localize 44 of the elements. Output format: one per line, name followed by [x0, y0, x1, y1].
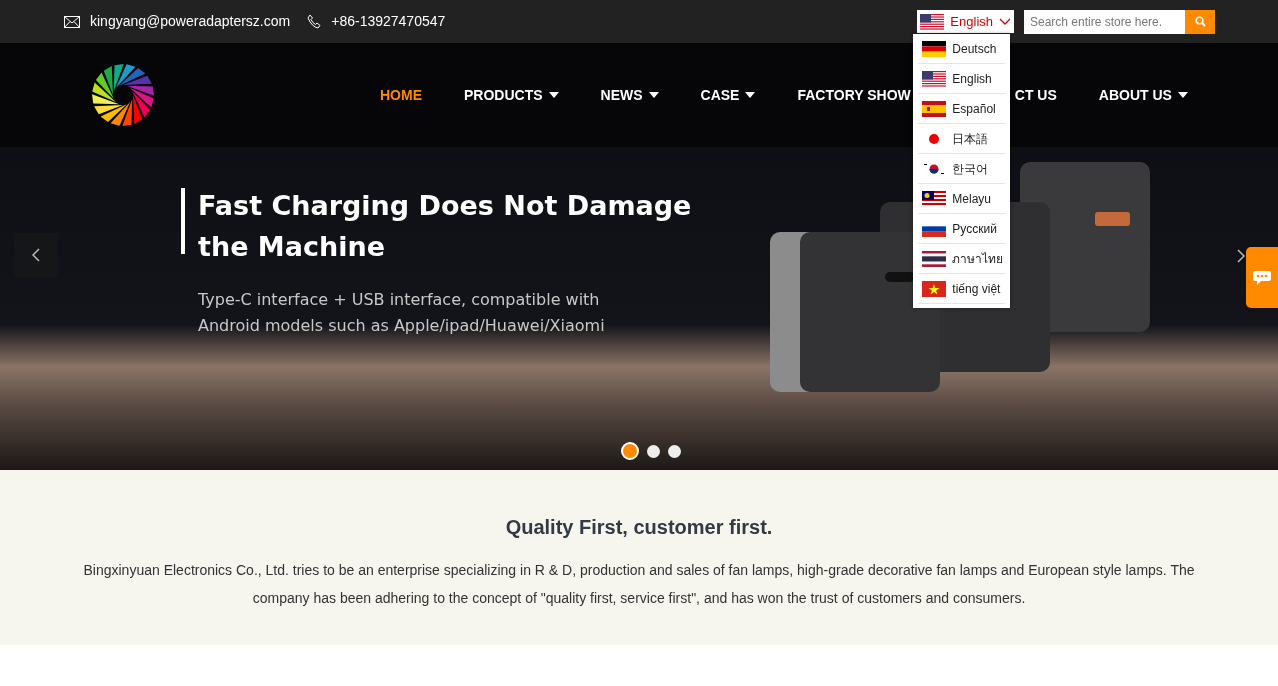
accent-bar: [181, 188, 185, 254]
flag-icon: [922, 40, 947, 57]
language-option[interactable]: tiếng việt: [918, 274, 1006, 304]
chevron-right-icon[interactable]: [1237, 249, 1245, 263]
language-option[interactable]: Deutsch: [918, 34, 1006, 64]
phone-number: +86-13927470547: [331, 12, 446, 31]
logo-icon[interactable]: [92, 64, 154, 126]
language-option[interactable]: Русский: [918, 214, 1006, 244]
email-link[interactable]: kingyang@poweradaptersz.com: [90, 11, 291, 32]
language-option[interactable]: ภาษาไทย: [918, 244, 1006, 274]
language-option[interactable]: Español: [918, 94, 1006, 124]
nav-link[interactable]: CT US: [1014, 84, 1057, 106]
nav-link[interactable]: CASE: [700, 84, 756, 106]
search-icon: [1194, 16, 1206, 27]
mail-icon: [64, 15, 80, 28]
nav-link[interactable]: ABOUT US: [1098, 84, 1188, 106]
flag-icon: [922, 250, 947, 267]
chevron-down-icon: [999, 17, 1011, 26]
flag-icon: [922, 100, 947, 117]
flag-icon: [920, 13, 945, 30]
chevron-left-icon: [32, 248, 40, 262]
language-option[interactable]: 日本語: [918, 124, 1006, 154]
caret-down-icon: [648, 92, 659, 98]
flag-icon: [922, 70, 947, 87]
nav-link[interactable]: NEWS: [600, 84, 659, 106]
flag-icon: [922, 190, 947, 207]
language-option[interactable]: 한국어: [918, 154, 1006, 184]
hero-subtitle: Type-C interface + USB interface, compatible with Android models such as Apple/ipad/Huawei/Xiaomi: [198, 289, 606, 337]
phone-icon: [307, 14, 322, 29]
intro-heading: Quality First, customer first.: [505, 515, 773, 540]
chat-bubble-icon: [1252, 269, 1272, 286]
flag-icon: [922, 280, 947, 297]
language-option[interactable]: Melayu: [918, 184, 1006, 214]
nav-link[interactable]: HOME: [380, 84, 422, 106]
language-option[interactable]: English: [918, 64, 1006, 94]
caret-down-icon: [1177, 92, 1188, 98]
intro-paragraph: Bingxinyuan Electronics Co., Ltd. tries to be an enterprise specializing in R & D, production and sales of fan lamps, high-grade decorative fan lamps and European style lamps. The company has been adhering to the concept of "quality first, service first", and has won the trust of customers and consumers.: [82, 561, 1196, 608]
caret-down-icon: [745, 92, 756, 98]
search-button[interactable]: [1185, 9, 1215, 34]
language-selector[interactable]: English: [917, 10, 1014, 33]
hero-title: Fast Charging Does Not Damage the Machine: [198, 189, 693, 264]
caret-down-icon: [548, 92, 559, 98]
nav-link[interactable]: PRODUCTS: [464, 84, 559, 106]
search-field[interactable]: Search entire store here.: [1024, 9, 1185, 34]
